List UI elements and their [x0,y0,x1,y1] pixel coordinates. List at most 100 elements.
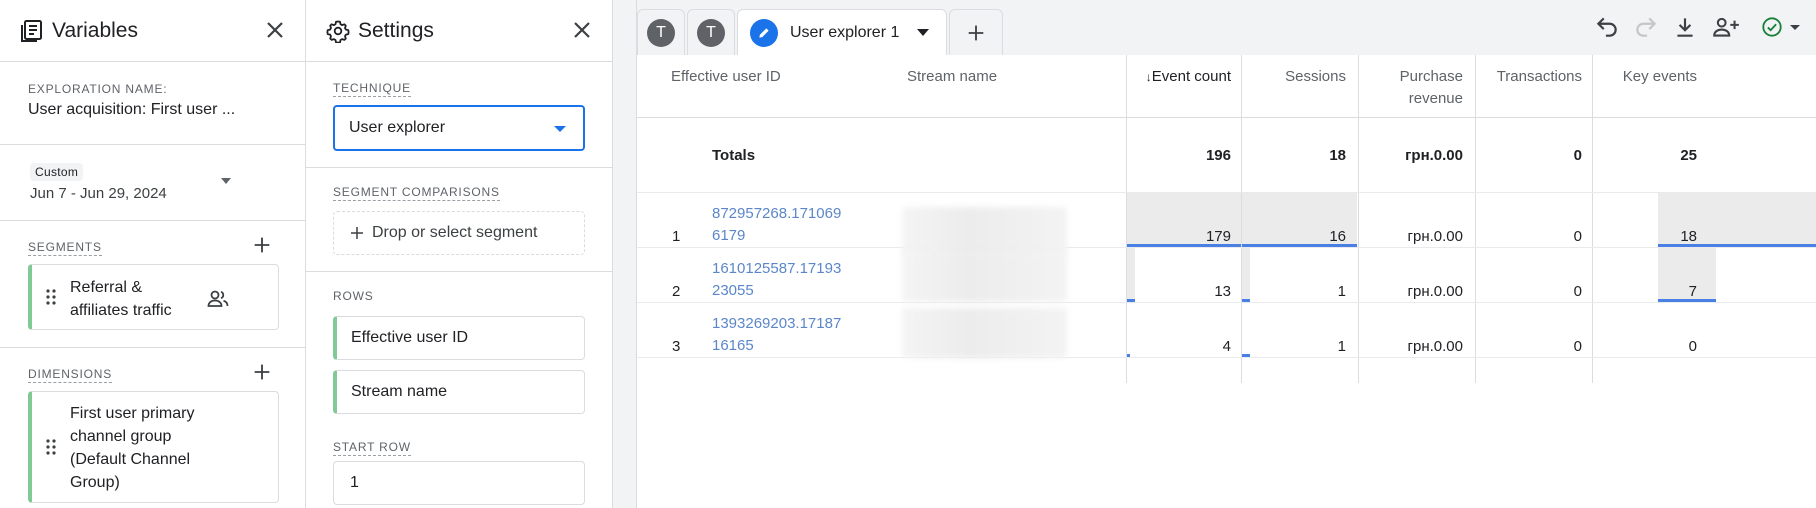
header-purchase-revenue[interactable]: Purchase revenue [1359,66,1463,110]
dimension-chip[interactable]: First user primary channel group (Defaul… [28,391,279,503]
key-events-cell: 0 [1688,338,1697,355]
settings-header: Settings [306,0,612,62]
add-icon [351,227,363,239]
row-divider [637,302,1816,303]
redo-icon[interactable] [1633,14,1659,40]
variables-title: Variables [52,18,138,42]
results-table: Effective user ID Stream name ↓Event cou… [637,55,1816,508]
settings-panel: Settings TECHNIQUE User explorer SEGMENT… [306,0,613,508]
close-icon[interactable] [263,18,287,42]
close-icon[interactable] [570,18,594,42]
header-sessions[interactable]: Sessions [1242,66,1346,88]
transactions-cell: 0 [1573,338,1582,355]
user-id-line: 16165 [712,337,754,354]
user-id-line: 872957268.171069 [712,205,842,222]
header-purchase-line1: Purchase [1399,68,1463,85]
date-range-section[interactable]: Custom Jun 7 - Jun 29, 2024 [0,145,305,221]
chevron-down-icon[interactable] [917,29,930,36]
tab-label: User explorer 1 [790,23,900,41]
technique-caption: TECHNIQUE [333,81,411,97]
row-dimension-chip[interactable]: Stream name [333,370,585,414]
technique-section: TECHNIQUE User explorer [306,62,612,168]
column-divider [1592,55,1593,383]
segment-comparisons-caption: SEGMENT COMPARISONS [333,185,500,201]
row-divider [637,117,1816,118]
drag-handle-icon[interactable] [46,439,56,455]
add-segment-icon[interactable] [251,234,273,256]
user-id-link[interactable]: 1393269203.17187 16165 [712,313,862,357]
user-id-line: 23055 [712,282,754,299]
drag-handle-icon[interactable] [46,289,56,305]
technique-value: User explorer [349,119,446,136]
variables-panel: Variables EXPLORATION NAME: User acquisi… [0,0,306,508]
segment-label-line1: Referral & [70,279,143,296]
user-id-line: 6179 [712,227,746,244]
row-dimension-chip[interactable]: Effective user ID [333,316,585,360]
row-number: 1 [672,228,681,245]
drop-segment-target[interactable]: Drop or select segment [333,211,585,255]
tab-2[interactable]: T [687,9,735,55]
status-menu-button[interactable] [1757,12,1805,42]
header-stream-name[interactable]: Stream name [907,66,997,88]
exploration-name-caption: EXPLORATION NAME: [28,82,168,96]
start-row-input[interactable]: 1 [333,461,585,505]
chevron-down-icon[interactable] [221,178,231,184]
header-purchase-line2: revenue [1408,90,1463,107]
row-divider [637,247,1816,248]
ga4-exploration: Variables EXPLORATION NAME: User acquisi… [0,0,1816,508]
variables-header: Variables [0,0,305,62]
header-event-count-label: Event count [1151,68,1231,85]
total-event-count: 196 [1205,147,1231,164]
key-events-cell: 7 [1688,283,1697,300]
share-icon[interactable] [1711,14,1741,40]
chevron-down-icon [1790,24,1800,30]
technique-select[interactable]: User explorer [333,105,585,151]
total-sessions: 18 [1329,147,1346,164]
redacted-stream-name [902,252,1067,302]
start-row-caption: START ROW [333,440,411,456]
tab-avatar: T [697,18,725,47]
segments-caption: SEGMENTS [28,240,102,256]
header-key-events[interactable]: Key events [1593,66,1697,88]
undo-icon[interactable] [1594,14,1620,40]
column-divider [1126,55,1127,383]
tab-bar: T T User explorer 1 [637,0,1816,55]
sessions-cell: 1 [1337,338,1346,355]
user-id-line: 1393269203.17187 [712,315,842,332]
rows-section: ROWS Effective user ID Stream name START… [306,272,612,505]
row-dimension-label: Effective user ID [351,329,469,346]
purchase-revenue-cell: грн.0.00 [1407,283,1463,300]
date-custom-badge: Custom [30,163,84,181]
exploration-name-section: EXPLORATION NAME: User acquisition: Firs… [0,62,305,145]
tab-user-explorer-1[interactable]: User explorer 1 [737,9,947,55]
header-transactions[interactable]: Transactions [1476,66,1582,88]
pencil-icon [750,18,778,47]
download-icon[interactable] [1672,14,1698,40]
dimension-label-line: channel group [70,428,172,445]
add-tab-button[interactable] [949,9,1003,55]
rows-caption: ROWS [333,289,374,303]
dimensions-section: DIMENSIONS First user primary channel gr… [0,348,305,503]
user-id-link[interactable]: 1610125587.17193 23055 [712,258,862,302]
sessions-cell: 16 [1329,228,1346,245]
segment-chip[interactable]: Referral & affiliates traffic [28,264,279,330]
tab-1[interactable]: T [637,9,685,55]
redacted-stream-name [902,308,1067,358]
user-id-link[interactable]: 872957268.171069 6179 [712,203,862,247]
event-count-cell: 13 [1214,283,1231,300]
segments-section: SEGMENTS Referral & affiliates traffic [0,221,305,348]
column-divider [1241,55,1242,383]
check-circle-icon [1762,17,1782,37]
exploration-name-field[interactable]: User acquisition: First user ... [28,101,285,119]
purchase-revenue-cell: грн.0.00 [1407,338,1463,355]
sessions-cell: 1 [1337,283,1346,300]
user-id-line: 1610125587.17193 [712,260,842,277]
dimensions-caption: DIMENSIONS [28,367,113,383]
people-icon [207,290,229,307]
header-effective-user-id[interactable]: Effective user ID [671,66,781,88]
header-event-count[interactable]: ↓Event count [1127,66,1231,88]
tab-avatar: T [647,18,675,47]
add-dimension-icon[interactable] [251,361,273,383]
purchase-revenue-cell: грн.0.00 [1407,228,1463,245]
drop-segment-label: Drop or select segment [372,224,538,241]
